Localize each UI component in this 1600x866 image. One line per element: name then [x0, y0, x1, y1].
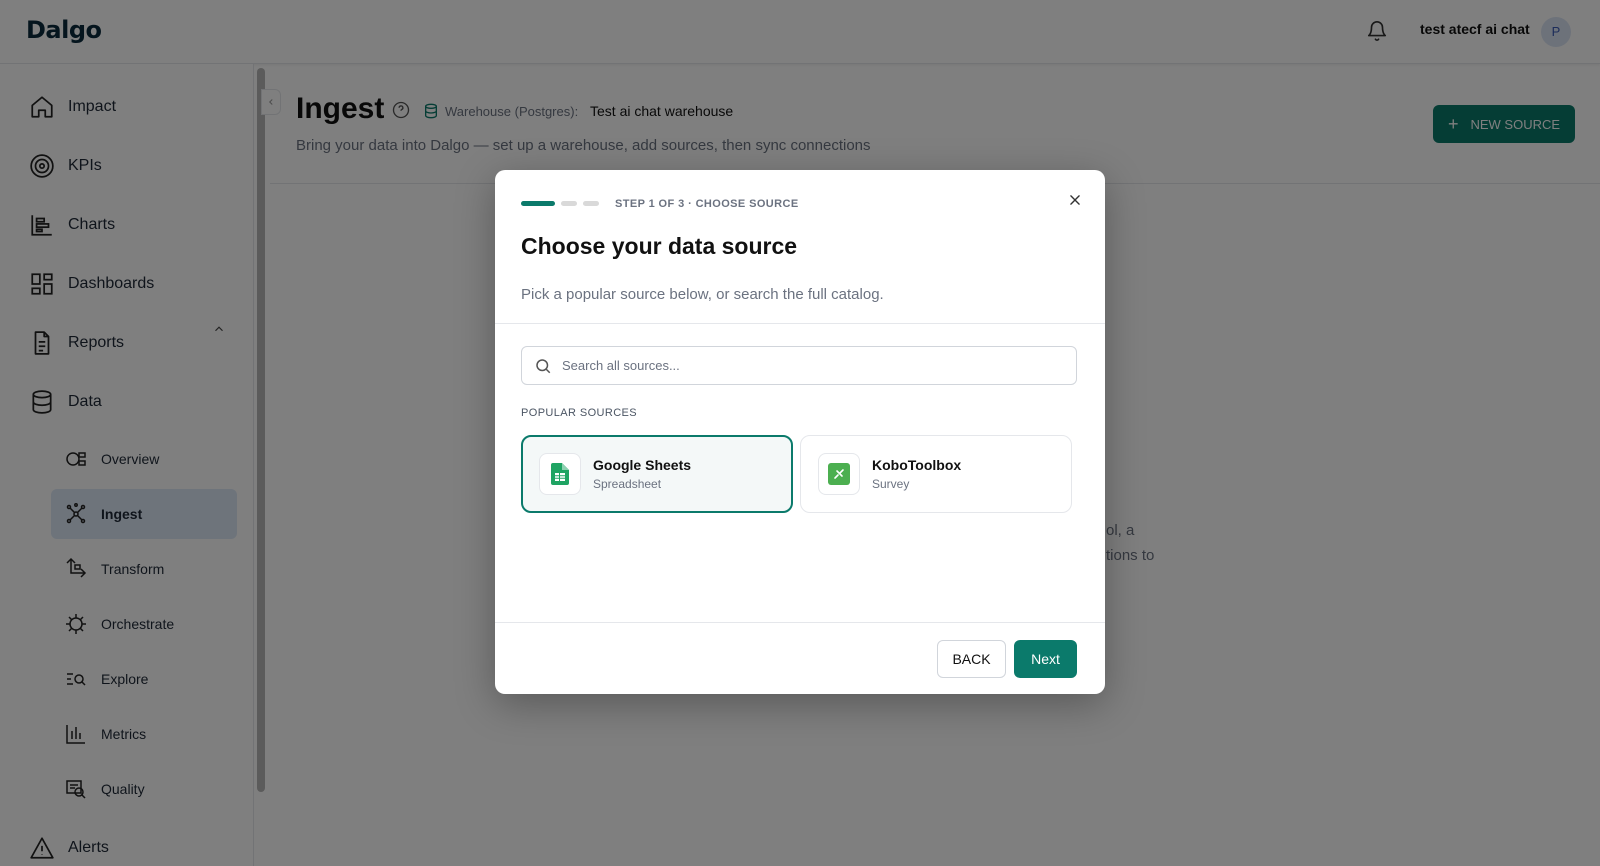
search-input[interactable] [562, 358, 1042, 373]
divider [495, 323, 1105, 324]
choose-source-dialog: STEP 1 OF 3 · CHOOSE SOURCE Choose your … [495, 170, 1105, 694]
step-indicator [583, 201, 599, 206]
search-icon [536, 358, 551, 373]
back-button[interactable]: BACK [937, 640, 1006, 678]
dialog-title: Choose your data source [521, 233, 798, 259]
source-name: Google Sheets [593, 457, 692, 473]
source-card-google-sheets[interactable]: Google Sheets Spreadsheet [521, 435, 793, 513]
google-sheets-icon [539, 453, 581, 495]
step-progress [521, 201, 599, 206]
kobotoolbox-icon [818, 453, 860, 495]
step-indicator-active [521, 201, 555, 206]
source-type: Survey [872, 477, 910, 491]
source-card-kobotoolbox[interactable]: KoboToolbox Survey [800, 435, 1072, 513]
step-indicator [561, 201, 577, 206]
close-icon[interactable] [1063, 188, 1087, 212]
dialog-description: Pick a popular source below, or search t… [521, 286, 884, 303]
divider [495, 622, 1105, 623]
popular-sources-label: POPULAR SOURCES [521, 407, 638, 419]
step-label: STEP 1 OF 3 · CHOOSE SOURCE [615, 198, 799, 210]
source-type: Spreadsheet [593, 477, 662, 491]
source-name: KoboToolbox [872, 457, 962, 473]
source-search[interactable] [521, 346, 1077, 385]
next-button[interactable]: Next [1014, 640, 1077, 678]
